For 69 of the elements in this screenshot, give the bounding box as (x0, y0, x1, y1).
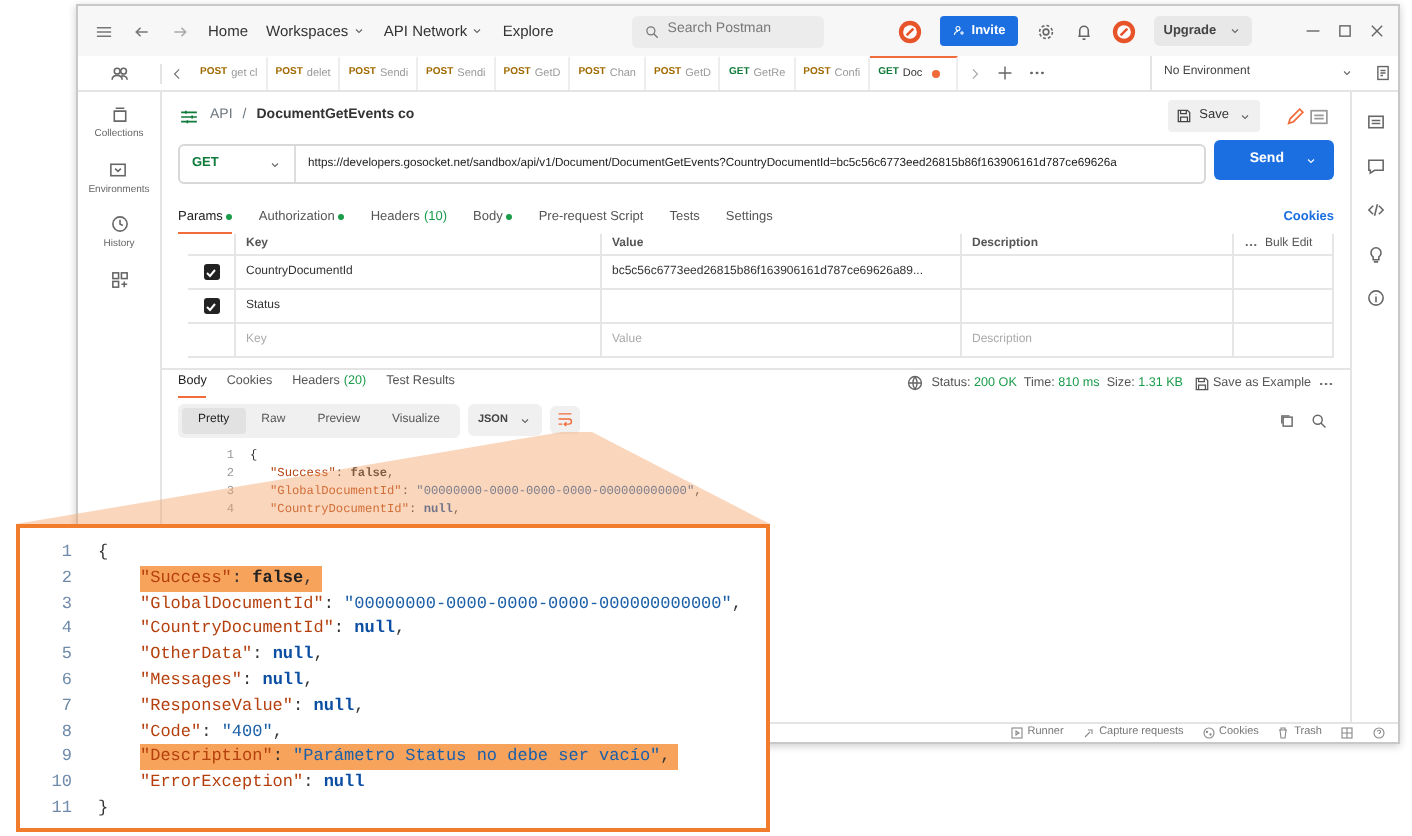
globe-icon[interactable] (906, 374, 925, 392)
bell-icon[interactable] (1073, 21, 1094, 41)
line-number: 9 (59, 744, 72, 771)
search-icon (643, 23, 660, 39)
checkbox[interactable] (203, 298, 219, 314)
document-icon[interactable] (1365, 112, 1385, 132)
layout-icon[interactable] (1340, 726, 1354, 740)
line-number: 2 (59, 565, 72, 592)
code-line: "ErrorException": null (140, 770, 365, 796)
person-plus-icon (951, 24, 966, 38)
history-icon (109, 214, 129, 234)
line-number: 4 (59, 616, 72, 643)
caret-icon (268, 157, 282, 171)
document-icon[interactable] (1308, 105, 1331, 127)
add-grid-icon[interactable] (109, 269, 129, 289)
caret-icon (1228, 24, 1243, 38)
comment-icon[interactable] (1365, 156, 1385, 176)
runner-icon (1010, 726, 1025, 740)
cookies-icon (1201, 726, 1216, 740)
checkbox[interactable] (203, 264, 219, 280)
line-number: 7 (59, 693, 72, 720)
settings-icon[interactable] (1035, 21, 1056, 41)
code-line: "Messages": null, (140, 667, 314, 694)
checkmark-icon (204, 265, 218, 279)
info-icon[interactable] (1365, 288, 1385, 308)
lightbulb-icon[interactable] (1365, 244, 1385, 264)
line-number: 1 (59, 540, 72, 566)
table-cell (1234, 290, 1334, 324)
code-line: { (98, 540, 109, 566)
pencil-icon[interactable] (1283, 105, 1305, 127)
help-icon[interactable] (1372, 726, 1386, 740)
caret-icon (1304, 153, 1318, 167)
line-number: 11 (49, 795, 72, 822)
chevron-left-icon[interactable] (169, 65, 185, 81)
plus-icon[interactable] (995, 64, 1014, 82)
wrap-lines-icon[interactable] (555, 409, 574, 428)
line-number: 3 (59, 591, 72, 617)
code-line: "CountryDocumentId": null, (140, 616, 406, 643)
search-icon[interactable] (1309, 411, 1327, 429)
avatar-icon[interactable] (1111, 19, 1136, 43)
code-icon[interactable] (1365, 200, 1385, 220)
capture-icon (1081, 726, 1096, 740)
code-line: "GlobalDocumentId": "00000000-0000-0000-0000-000000000000", (140, 591, 742, 617)
trash-icon (1276, 726, 1291, 740)
save-icon (1193, 375, 1210, 391)
code-line: "Code": "400", (140, 719, 283, 745)
collections-icon (109, 104, 129, 124)
code-line: } (98, 795, 109, 822)
environment-icon[interactable] (1373, 64, 1391, 82)
api-icon (178, 105, 200, 127)
code-line: "OtherData": null, (140, 642, 324, 668)
save-icon (1175, 108, 1192, 124)
copy-icon[interactable] (1277, 411, 1295, 429)
checkmark-icon (204, 299, 218, 313)
table-cell (1234, 324, 1334, 358)
code-line: "ResponseValue": null, (140, 693, 365, 720)
caret-icon (1340, 66, 1354, 80)
menu-icon[interactable] (94, 21, 114, 41)
line-number: 8 (59, 719, 72, 745)
avatar-icon[interactable] (897, 19, 922, 43)
team-icon[interactable] (109, 63, 129, 83)
environments-icon (108, 159, 129, 179)
line-number: 5 (59, 642, 72, 668)
close-icon[interactable] (1368, 22, 1386, 40)
maximize-icon[interactable] (1336, 22, 1354, 40)
caret-icon (1237, 109, 1251, 123)
line-number: 6 (59, 667, 72, 694)
line-number: 10 (49, 770, 72, 796)
caret-icon (517, 413, 532, 427)
